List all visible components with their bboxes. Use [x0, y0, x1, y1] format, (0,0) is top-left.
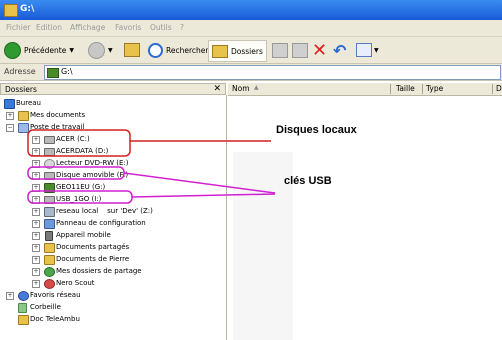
annotation-usb-keys: clés USB	[284, 175, 332, 187]
annotation-overlay	[27, 129, 276, 204]
usb-line-i	[131, 193, 276, 198]
annotation-local-disks: Disques locaux	[276, 124, 357, 136]
local-disks-box	[27, 129, 131, 157]
usb-box-i	[27, 190, 133, 204]
usb-box-f	[27, 166, 125, 180]
usb-line-f	[123, 172, 276, 194]
